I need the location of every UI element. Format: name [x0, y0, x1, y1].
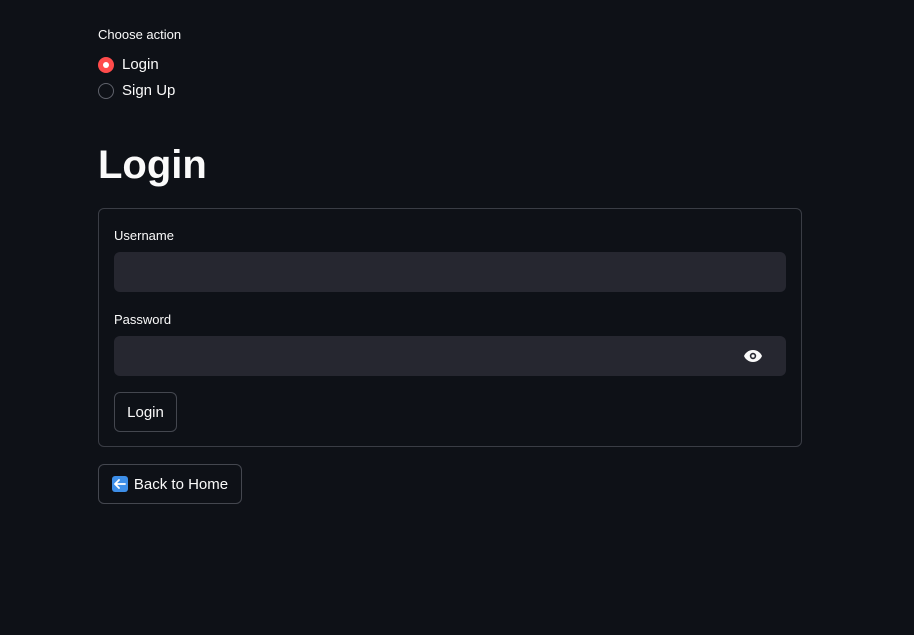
- radio-option-login[interactable]: Login: [98, 56, 159, 73]
- username-input[interactable]: [114, 252, 786, 292]
- password-input[interactable]: [114, 336, 786, 376]
- username-label: Username: [114, 228, 174, 243]
- login-form: Username Password Login: [98, 208, 802, 447]
- action-radio-label: Choose action: [98, 27, 182, 42]
- radio-option-label: Login: [122, 56, 159, 73]
- login-submit-button[interactable]: Login: [114, 392, 177, 432]
- radio-unselected-icon[interactable]: [98, 82, 114, 99]
- page-title: Login: [98, 143, 207, 187]
- radio-selected-icon[interactable]: [98, 56, 114, 73]
- show-password-eye-icon[interactable]: [741, 345, 765, 367]
- password-label: Password: [114, 312, 172, 327]
- page: Choose action Login Sign Up Login Userna…: [0, 0, 914, 635]
- radio-option-label: Sign Up: [122, 82, 176, 99]
- left-arrow-icon: [111, 476, 128, 492]
- back-button-label: Back to Home: [133, 475, 229, 493]
- back-to-home-button[interactable]: Back to Home: [98, 464, 242, 504]
- radio-option-signup[interactable]: Sign Up: [98, 82, 175, 99]
